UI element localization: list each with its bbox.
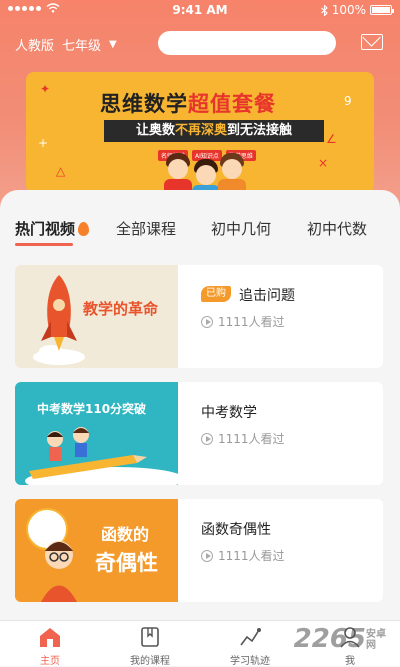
view-count: 1111人看过 — [201, 547, 285, 564]
top-bar: 人教版 七年级 ▼ — [0, 26, 400, 62]
course-thumbnail: 中考数学110分突破 — [15, 382, 178, 485]
watermark-logo: 2265安卓网 — [294, 624, 394, 654]
view-count: 1111人看过 — [201, 313, 285, 330]
tab-geometry[interactable]: 初中几何 — [211, 218, 271, 239]
book-icon — [141, 627, 159, 647]
tab-label: 学习轨迹 — [230, 656, 270, 667]
students-illustration-icon — [25, 427, 178, 485]
promo-banner[interactable]: ✦ + △ 9 ∠ × 思维数学超值套餐 让奥数不再深奥到无法接触 名师精讲 A… — [26, 72, 374, 193]
status-right: 100% — [320, 3, 394, 17]
tab-label: 我的课程 — [130, 656, 170, 667]
course-title: 函数奇偶性 — [201, 522, 271, 538]
tab-label: 我 — [345, 656, 355, 667]
angle-decoration-icon: ∠ — [326, 132, 337, 146]
status-bar: 9:41 AM 100% — [0, 0, 400, 20]
course-card[interactable]: 教学的革命 已购 追击问题 1111人看过 — [15, 265, 383, 368]
course-card[interactable]: 中考数学110分突破 中考数学 1111人看过 — [15, 382, 383, 485]
plus-decoration-icon: + — [38, 136, 49, 150]
view-count: 1111人看过 — [201, 430, 285, 447]
kid-illustration — [164, 153, 192, 193]
view-count-text: 1111人看过 — [218, 432, 285, 446]
caret-down-icon: ▼ — [109, 39, 117, 50]
thumbnail-caption: 中考数学110分突破 — [37, 402, 147, 416]
triangle-decoration-icon: △ — [56, 164, 66, 178]
course-title: 中考数学 — [201, 405, 257, 421]
category-tabs: 热门视频 全部课程 初中几何 初中代数 — [0, 204, 400, 246]
tab-label: 热门视频 — [15, 220, 76, 238]
tab-learning-track[interactable]: 学习轨迹 — [200, 621, 300, 667]
course-card[interactable]: 函数的 奇偶性 函数奇偶性 1111人看过 — [15, 499, 383, 602]
view-count-text: 1111人看过 — [218, 315, 285, 329]
tab-all-courses[interactable]: 全部课程 — [116, 218, 176, 239]
active-tab-indicator — [15, 243, 73, 246]
home-icon — [40, 628, 60, 647]
main-content: 热门视频 全部课程 初中几何 初中代数 教学的革命 已购 追击问题 1111人看… — [0, 190, 400, 620]
tab-label: 主页 — [40, 656, 60, 667]
nine-decoration-icon: 9 — [344, 94, 352, 108]
star-decoration-icon: ✦ — [40, 82, 51, 96]
course-thumbnail: 函数的 奇偶性 — [15, 499, 178, 602]
thumbnail-caption-large: 奇偶性 — [95, 551, 158, 575]
kid-illustration — [218, 153, 246, 193]
edition-grade-selector[interactable]: 人教版 七年级 ▼ — [15, 35, 117, 54]
search-input[interactable] — [158, 31, 336, 55]
view-count-text: 1111人看过 — [218, 549, 285, 563]
battery-icon — [370, 5, 394, 15]
rocket-icon — [33, 275, 85, 365]
thumbnail-caption: 教学的革命 — [83, 300, 159, 318]
play-icon — [201, 315, 213, 328]
banner-subtitle-a: 让奥数 — [135, 123, 175, 138]
mail-icon[interactable] — [361, 34, 383, 50]
banner-title-prefix: 思维数学 — [100, 92, 188, 116]
thumbnail-caption: 函数的 — [101, 525, 150, 544]
banner-title-highlight: 超值套餐 — [188, 92, 276, 116]
course-title: 追击问题 — [239, 288, 295, 304]
banner-subtitle-c: 到无法接触 — [227, 123, 293, 138]
bluetooth-icon — [320, 4, 328, 16]
fire-icon — [78, 222, 90, 236]
play-icon — [201, 432, 213, 445]
grade-label: 七年级 — [62, 39, 102, 54]
watermark-suffix: 安卓网 — [366, 628, 386, 651]
battery-percent: 100% — [331, 3, 366, 17]
tab-my-courses[interactable]: 我的课程 — [100, 621, 200, 667]
tab-home[interactable]: 主页 — [0, 621, 100, 667]
banner-subtitle: 让奥数不再深奥到无法接触 — [104, 120, 324, 142]
play-icon — [201, 549, 213, 562]
watermark-brand: 2265 — [293, 624, 366, 654]
edition-label: 人教版 — [15, 39, 55, 54]
banner-subtitle-b: 不再深奥 — [174, 123, 227, 138]
purchased-badge: 已购 — [201, 286, 231, 302]
course-thumbnail: 教学的革命 — [15, 265, 178, 368]
tab-hot-videos[interactable]: 热门视频 — [15, 218, 90, 239]
track-icon — [240, 628, 261, 646]
cross-decoration-icon: × — [318, 156, 329, 170]
banner-title: 思维数学超值套餐 — [100, 88, 276, 118]
kid-illustration — [192, 159, 220, 193]
tab-algebra[interactable]: 初中代数 — [307, 218, 367, 239]
teacher-illustration-icon — [26, 508, 77, 602]
